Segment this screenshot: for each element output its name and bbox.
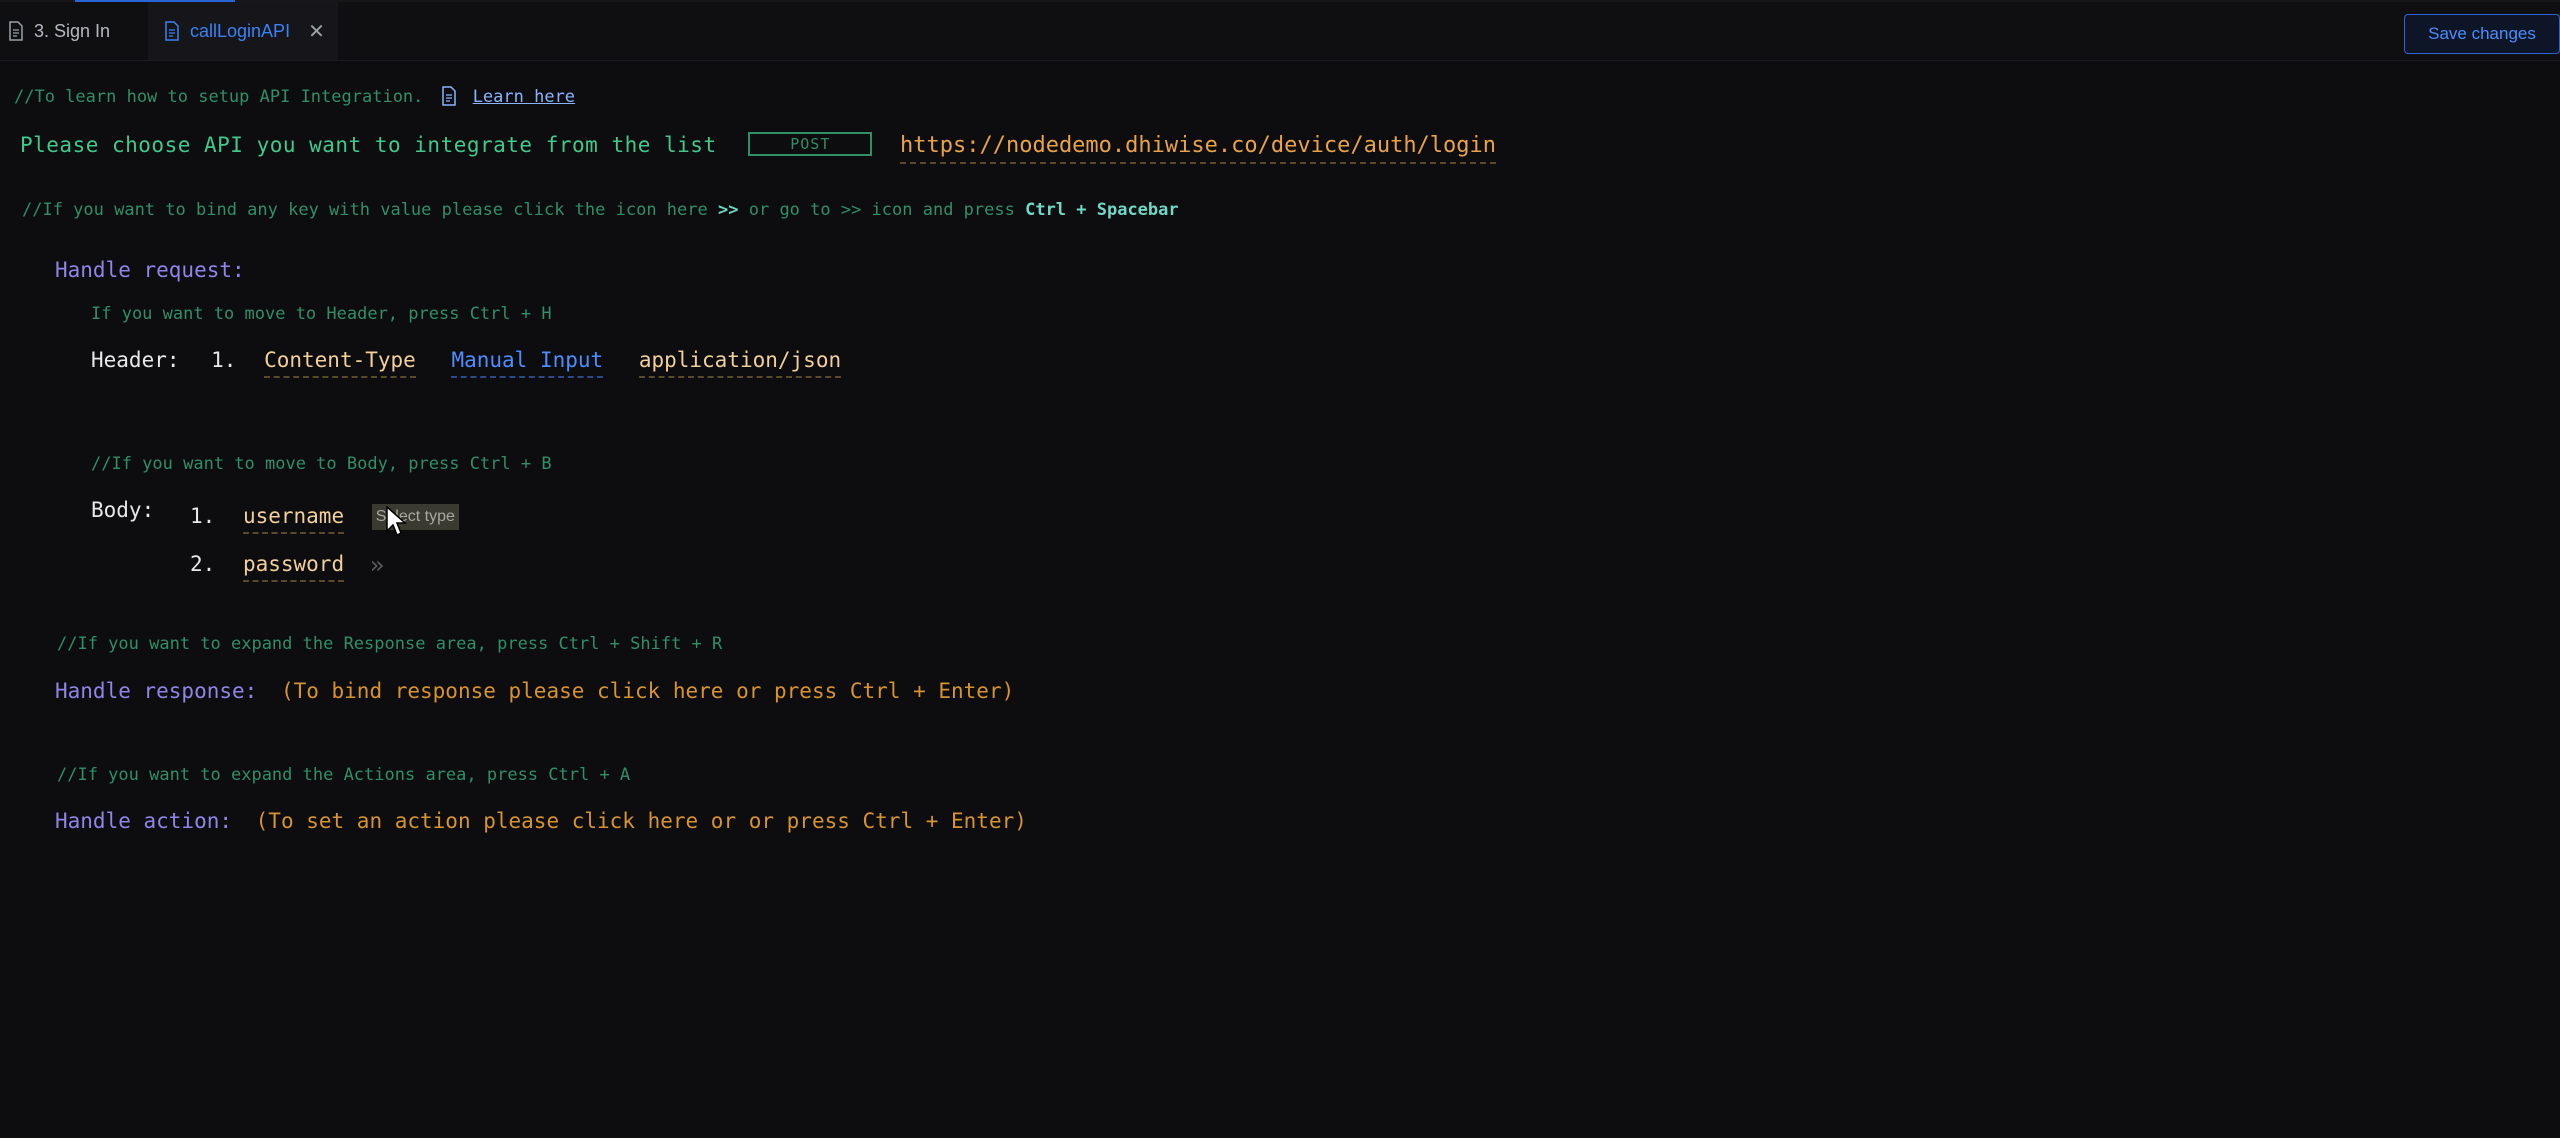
body-row: 1. username Select type: [190, 504, 459, 534]
header-mode[interactable]: Manual Input: [451, 348, 604, 378]
tab-bar: 3. Sign In callLoginAPI ✕ Save changes: [0, 2, 2560, 61]
body-row-index: 2.: [190, 552, 216, 576]
tab-label: callLoginAPI: [190, 20, 291, 41]
action-comment: //If you want to expand the Actions area…: [57, 765, 631, 785]
mouse-pointer-icon: [386, 505, 407, 537]
document-icon: [9, 21, 23, 41]
save-button[interactable]: Save changes: [2404, 14, 2560, 54]
header-label: Header:: [91, 348, 180, 372]
body-key-username[interactable]: username: [242, 504, 345, 534]
header-comment: If you want to move to Header, press Ctr…: [91, 304, 552, 324]
method-badge: POST: [748, 132, 873, 156]
close-icon[interactable]: ✕: [308, 19, 325, 44]
response-bind-hint[interactable]: (To bind response please click here or p…: [281, 679, 1014, 703]
double-chevron-right-icon[interactable]: »: [370, 551, 384, 579]
api-url[interactable]: https://nodedemo.dhiwise.co/device/auth/…: [900, 133, 1497, 164]
body-row: 2. password »: [190, 551, 384, 582]
action-set-hint[interactable]: (To set an action please click here or o…: [256, 809, 1027, 833]
body-comment: //If you want to move to Body, press Ctr…: [91, 454, 552, 474]
body-row-index: 1.: [190, 504, 216, 528]
handle-response-label: Handle response:: [55, 679, 258, 703]
tab-label: 3. Sign In: [34, 20, 111, 41]
choose-api-prompt[interactable]: Please choose API you want to integrate …: [20, 133, 717, 157]
bind-hint-keys: Ctrl + Spacebar: [1025, 200, 1179, 220]
bind-hint-middle: or go to >> icon and press: [748, 200, 1015, 220]
bind-hint-text: //If you want to bind any key with value…: [22, 200, 708, 220]
body-key-password[interactable]: password: [242, 552, 345, 582]
handle-request-label: Handle request:: [55, 258, 245, 282]
header-key[interactable]: Content-Type: [264, 348, 416, 378]
body-label: Body:: [91, 498, 155, 522]
document-icon: [442, 86, 456, 106]
action-row: Handle action: (To set an action please …: [55, 809, 1027, 833]
tab-sign-in[interactable]: 3. Sign In: [8, 2, 110, 60]
setup-comment: //To learn how to setup API Integration.: [14, 87, 424, 107]
setup-comment-line: //To learn how to setup API Integration.…: [14, 86, 575, 107]
header-row-index: 1.: [211, 348, 237, 372]
body-label-wrap: Body:: [91, 498, 154, 522]
response-comment: //If you want to expand the Response are…: [57, 634, 723, 654]
bind-chevron-icon[interactable]: >>: [718, 200, 738, 220]
document-icon: [165, 21, 179, 41]
tab-call-login-api[interactable]: callLoginAPI ✕: [148, 2, 338, 60]
api-select-line: Please choose API you want to integrate …: [20, 132, 1497, 164]
header-row: Header: 1. Content-Type Manual Input app…: [91, 348, 842, 378]
response-row: Handle response: (To bind response pleas…: [55, 679, 1014, 703]
header-value[interactable]: application/json: [638, 348, 842, 378]
learn-here-link[interactable]: Learn here: [473, 87, 575, 107]
bind-hint-line: //If you want to bind any key with value…: [22, 200, 1179, 220]
handle-action-label: Handle action:: [55, 809, 233, 833]
